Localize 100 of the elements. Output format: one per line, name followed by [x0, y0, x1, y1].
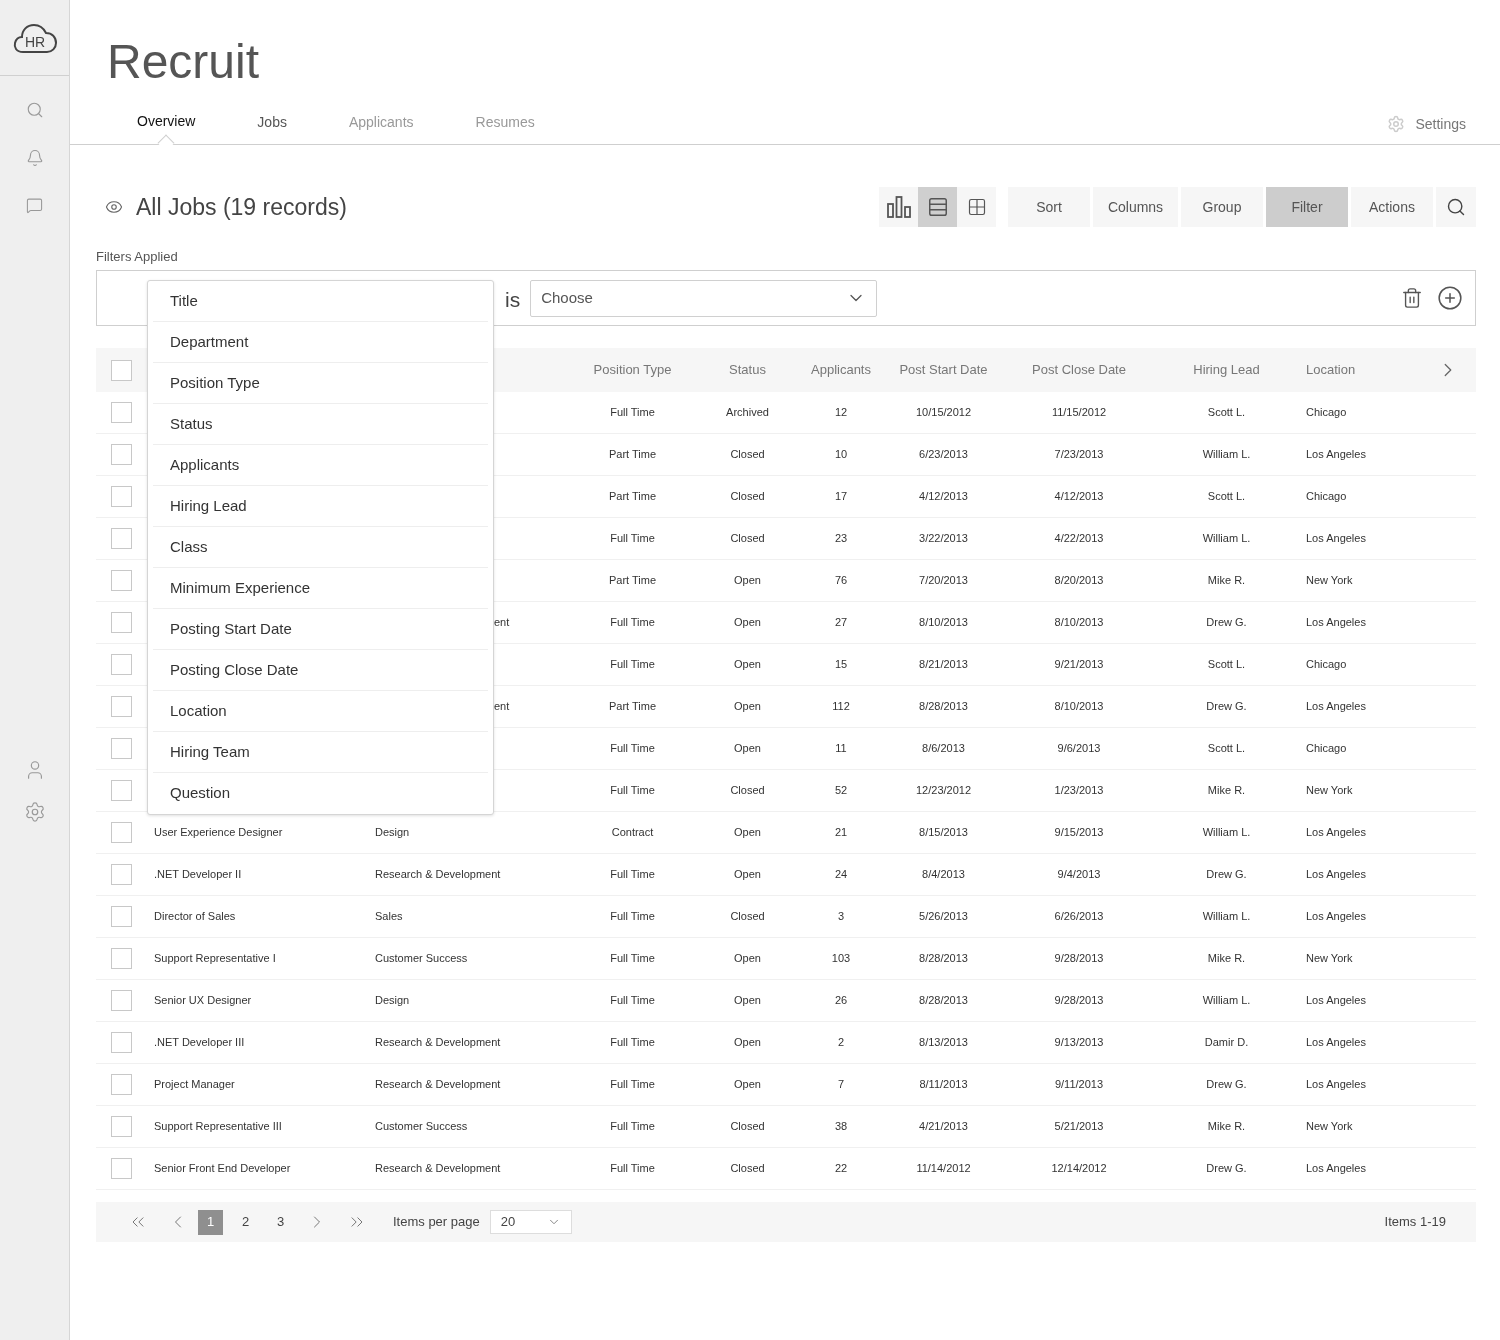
table-cell: Senior Front End Developer — [154, 1162, 291, 1175]
table-cell-text: Closed — [730, 783, 765, 799]
row-checkbox[interactable] — [110, 486, 132, 507]
row-checkbox[interactable] — [110, 612, 132, 633]
row-checkbox[interactable] — [110, 1074, 132, 1095]
table-cell-text: Mike R. — [1207, 573, 1246, 589]
toolbar-button[interactable]: Columns — [1093, 187, 1178, 227]
column-header[interactable]: Position Type — [593, 360, 672, 380]
delete-icon[interactable] — [1401, 287, 1423, 309]
table-cell-text: Full Time — [610, 1077, 655, 1093]
menu-option[interactable]: Posting Close Date — [153, 650, 488, 691]
menu-option[interactable]: Status — [153, 404, 488, 445]
column-header[interactable]: Hiring Lead — [1193, 360, 1260, 380]
table-cell-text: 17 — [834, 489, 848, 505]
menu-option[interactable]: Class — [153, 527, 488, 568]
table-cell: New York — [1306, 1120, 1353, 1133]
row-checkbox[interactable] — [110, 948, 132, 969]
menu-option[interactable]: Position Type — [153, 363, 488, 404]
column-header[interactable]: Status — [729, 360, 766, 380]
table-cell-text: Open — [734, 1077, 761, 1093]
search-icon[interactable] — [25, 101, 44, 119]
toolbar-button[interactable]: Sort — [1008, 187, 1090, 227]
table-cell-text: 8/21/2013 — [919, 657, 968, 673]
row-checkbox[interactable] — [110, 654, 132, 675]
add-filter-icon[interactable] — [1437, 285, 1463, 311]
menu-option[interactable]: Posting Start Date — [153, 609, 488, 650]
row-checkbox[interactable] — [110, 990, 132, 1011]
table-cell-text: 9/21/2013 — [1054, 657, 1104, 673]
table-cell: Design — [375, 826, 410, 839]
table-cell-text: 8/20/2013 — [1054, 573, 1104, 589]
toolbar-button[interactable]: Actions — [1351, 187, 1433, 227]
table-cell-text: Closed — [730, 1119, 765, 1135]
table-cell: Los Angeles — [1306, 910, 1366, 923]
settings-icon[interactable] — [23, 801, 46, 823]
row-checkbox[interactable] — [110, 780, 132, 801]
table-cell-text: 4/12/2013 — [1054, 489, 1104, 505]
table-cell-text: Full Time — [610, 909, 655, 925]
table-cell-text: 2 — [837, 1035, 845, 1051]
menu-option[interactable]: Question — [153, 773, 488, 814]
table-cell: Research & Development — [375, 1078, 501, 1091]
menu-option[interactable]: Title — [153, 281, 488, 322]
table-cell-text: 9/11/2013 — [1054, 1077, 1104, 1093]
menu-option[interactable]: Department — [153, 322, 488, 363]
table-cell: Project Manager — [154, 1078, 235, 1091]
page-button[interactable]: 2 — [233, 1209, 258, 1235]
table-cell: .NET Developer II — [154, 868, 242, 881]
table-cell-text: 9/13/2013 — [1054, 1035, 1104, 1051]
menu-option[interactable]: Hiring Lead — [153, 486, 488, 527]
nav-tab[interactable]: Overview — [115, 100, 218, 144]
eye-icon[interactable] — [105, 198, 123, 216]
search-button[interactable] — [1436, 187, 1476, 227]
toolbar-button[interactable]: Group — [1181, 187, 1263, 227]
row-checkbox[interactable] — [110, 570, 132, 591]
bell-icon[interactable] — [25, 149, 44, 167]
table-cell: ent — [494, 700, 510, 713]
page-button[interactable]: 3 — [268, 1209, 293, 1235]
menu-option[interactable]: Hiring Team — [153, 732, 488, 773]
column-header[interactable]: Post Start Date — [899, 360, 988, 380]
table-cell-text: 4/12/2013 — [919, 489, 968, 505]
table-cell-text: 3 — [837, 909, 845, 925]
value-select[interactable]: Choose — [530, 279, 878, 317]
row-checkbox[interactable] — [110, 906, 132, 927]
table-cell-text: Open — [734, 825, 761, 841]
row-checkbox[interactable] — [110, 528, 132, 549]
column-header[interactable]: Applicants — [811, 360, 871, 380]
table-cell-text: Scott L. — [1207, 657, 1246, 673]
row-checkbox[interactable] — [110, 1158, 132, 1179]
row-checkbox[interactable] — [110, 864, 132, 885]
table-cell-text: 15 — [834, 657, 848, 673]
menu-option[interactable]: Location — [153, 691, 488, 732]
table-cell: Research & Development — [375, 1036, 501, 1049]
row-checkbox[interactable] — [110, 696, 132, 717]
row-checkbox[interactable] — [110, 738, 132, 759]
menu-option[interactable]: Applicants — [153, 445, 488, 486]
table-cell-text: 9/28/2013 — [1054, 951, 1104, 967]
table-cell-text: Open — [734, 615, 761, 631]
column-header[interactable]: Location — [1306, 362, 1356, 378]
per-page-select[interactable]: 20 — [489, 1210, 572, 1234]
row-checkbox[interactable] — [110, 402, 132, 423]
settings-icon[interactable] — [1387, 115, 1406, 133]
toolbar-button[interactable]: Filter — [1266, 187, 1348, 227]
table-cell: Chicago — [1306, 490, 1347, 503]
row-checkbox[interactable] — [110, 359, 132, 381]
row-checkbox[interactable] — [110, 444, 132, 465]
settings-link[interactable]: Settings — [1415, 113, 1466, 135]
row-checkbox[interactable] — [110, 822, 132, 843]
table-cell-text: 112 — [832, 699, 850, 715]
chat-icon[interactable] — [26, 197, 43, 214]
table-cell: New York — [1306, 784, 1353, 797]
view-mode-button[interactable] — [918, 187, 957, 227]
operator-label: is — [505, 287, 521, 314]
table-cell-text: Closed — [730, 531, 765, 547]
row-checkbox[interactable] — [110, 1032, 132, 1053]
row-checkbox[interactable] — [110, 1116, 132, 1137]
nav-tab[interactable]: Jobs — [235, 100, 309, 144]
table-cell-text: Drew G. — [1206, 699, 1247, 715]
table-cell-text: Full Time — [610, 615, 655, 631]
table-cell-text: Contract — [611, 825, 654, 841]
menu-option[interactable]: Minimum Experience — [153, 568, 488, 609]
column-header[interactable]: Post Close Date — [1032, 360, 1126, 380]
